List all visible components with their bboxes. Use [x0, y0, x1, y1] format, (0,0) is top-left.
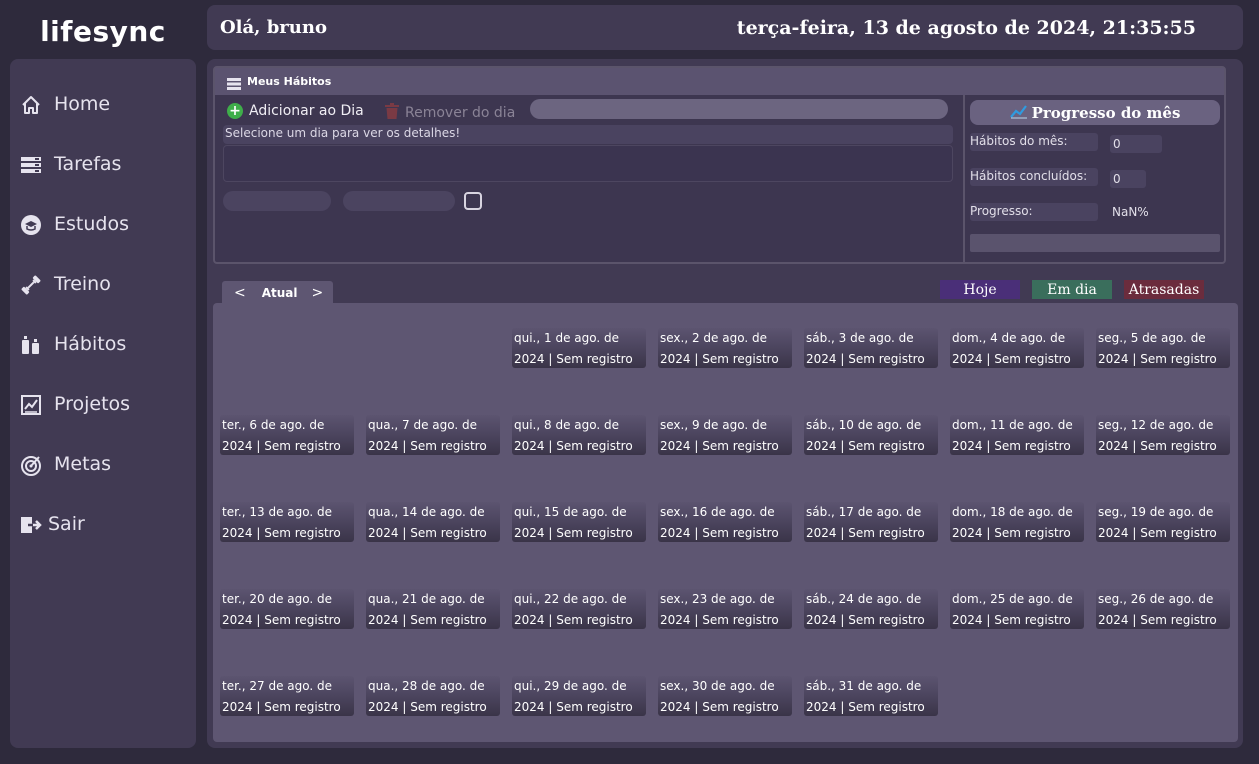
calendar-day[interactable]: sex., 9 de ago. de 2024 | Sem registro: [658, 415, 792, 455]
sidebar-item-label: Hábitos: [54, 333, 127, 355]
calendar-day[interactable]: seg., 19 de ago. de 2024 | Sem registro: [1096, 502, 1230, 542]
list-icon: [227, 75, 241, 94]
sidebar-item-metas[interactable]: Metas: [10, 444, 196, 484]
calendar-day[interactable]: seg., 5 de ago. de 2024 | Sem registro: [1096, 328, 1230, 368]
header-bar: Olá, bruno terça-feira, 13 de agosto de …: [207, 5, 1243, 50]
calendar-day[interactable]: qui., 29 de ago. de 2024 | Sem registro: [512, 676, 646, 716]
prev-month-button[interactable]: <: [234, 285, 246, 301]
habits-month-value: 0: [1110, 135, 1162, 153]
calendar-day[interactable]: sáb., 17 de ago. de 2024 | Sem registro: [804, 502, 938, 542]
tasks-icon: [20, 154, 42, 176]
day-detail-hint: Selecione um dia para ver os detalhes!: [223, 125, 953, 144]
app-logo: lifesync: [40, 15, 166, 48]
habit-name-field[interactable]: [223, 191, 331, 211]
calendar-day[interactable]: sáb., 10 de ago. de 2024 | Sem registro: [804, 415, 938, 455]
calendar-day[interactable]: ter., 13 de ago. de 2024 | Sem registro: [220, 502, 354, 542]
trend-chart-icon: [1009, 103, 1028, 123]
calendar-day[interactable]: sex., 30 de ago. de 2024 | Sem registro: [658, 676, 792, 716]
sidebar-item-habitos[interactable]: Hábitos: [10, 324, 196, 364]
remove-from-day-label: Remover do dia: [405, 105, 516, 121]
progress-label: Progresso:: [970, 203, 1098, 221]
calendar-day[interactable]: sex., 16 de ago. de 2024 | Sem registro: [658, 502, 792, 542]
calendar-grid: qui., 1 de ago. de 2024 | Sem registro se…: [213, 303, 1238, 742]
calendar-day[interactable]: dom., 4 de ago. de 2024 | Sem registro: [950, 328, 1084, 368]
calendar-day[interactable]: ter., 27 de ago. de 2024 | Sem registro: [220, 676, 354, 716]
habits-panel-title: Meus Hábitos: [247, 75, 332, 88]
sidebar-item-sair[interactable]: Sair: [10, 504, 196, 544]
habit-done-checkbox[interactable]: [464, 192, 482, 210]
add-to-day-label: Adicionar ao Dia: [249, 103, 364, 119]
calendar-day[interactable]: qua., 28 de ago. de 2024 | Sem registro: [366, 676, 500, 716]
sidebar-item-label: Metas: [54, 453, 112, 475]
calendar-day[interactable]: qui., 15 de ago. de 2024 | Sem registro: [512, 502, 646, 542]
calendar-day[interactable]: qui., 22 de ago. de 2024 | Sem registro: [512, 589, 646, 629]
progress-value: NaN%: [1112, 205, 1149, 219]
calendar-day[interactable]: seg., 12 de ago. de 2024 | Sem registro: [1096, 415, 1230, 455]
bottles-icon: [20, 334, 42, 356]
panel-divider: [963, 95, 965, 262]
sidebar-item-label: Treino: [54, 273, 111, 295]
plus-circle-icon: +: [227, 103, 243, 119]
home-icon: [20, 94, 42, 116]
calendar-day[interactable]: dom., 25 de ago. de 2024 | Sem registro: [950, 589, 1084, 629]
calendar-day[interactable]: qua., 14 de ago. de 2024 | Sem registro: [366, 502, 500, 542]
sidebar-item-home[interactable]: Home: [10, 84, 196, 124]
dumbbell-icon: [20, 274, 42, 296]
calendar-day[interactable]: sáb., 3 de ago. de 2024 | Sem registro: [804, 328, 938, 368]
calendar-day[interactable]: qui., 1 de ago. de 2024 | Sem registro: [512, 328, 646, 368]
sidebar-item-projetos[interactable]: Projetos: [10, 384, 196, 424]
calendar-day[interactable]: qua., 7 de ago. de 2024 | Sem registro: [366, 415, 500, 455]
calendar-day[interactable]: sex., 2 de ago. de 2024 | Sem registro: [658, 328, 792, 368]
sidebar-item-estudos[interactable]: Estudos: [10, 204, 196, 244]
calendar-day[interactable]: qua., 21 de ago. de 2024 | Sem registro: [366, 589, 500, 629]
habits-panel: Meus Hábitos + Adicionar ao Dia Remover …: [213, 66, 1226, 264]
month-progress-bar: [970, 234, 1220, 252]
calendar-day[interactable]: seg., 26 de ago. de 2024 | Sem registro: [1096, 589, 1230, 629]
next-month-button[interactable]: >: [312, 285, 324, 301]
habit-select-input[interactable]: [530, 99, 948, 119]
chart-icon: [20, 394, 42, 416]
add-to-day-button[interactable]: + Adicionar ao Dia: [227, 103, 364, 119]
habits-month-label: Hábitos do mês:: [970, 133, 1098, 151]
calendar-day[interactable]: ter., 6 de ago. de 2024 | Sem registro: [220, 415, 354, 455]
calendar-day[interactable]: ter., 20 de ago. de 2024 | Sem registro: [220, 589, 354, 629]
legend-today: Hoje: [940, 280, 1020, 299]
sidebar-item-tarefas[interactable]: Tarefas: [10, 144, 196, 184]
month-progress-title: Progresso do mês: [970, 100, 1220, 125]
calendar-day[interactable]: dom., 18 de ago. de 2024 | Sem registro: [950, 502, 1084, 542]
current-month-label[interactable]: Atual: [262, 286, 298, 300]
trash-icon: [385, 103, 399, 123]
habit-status-field[interactable]: [343, 191, 455, 211]
day-detail-box: [223, 145, 953, 182]
habits-panel-header: Meus Hábitos: [215, 68, 1224, 95]
sidebar-item-label: Tarefas: [54, 153, 122, 175]
main-content: Meus Hábitos + Adicionar ao Dia Remover …: [207, 59, 1243, 748]
logout-icon: [20, 514, 42, 536]
calendar-day[interactable]: dom., 11 de ago. de 2024 | Sem registro: [950, 415, 1084, 455]
graduation-cap-icon: [20, 214, 42, 236]
calendar-day[interactable]: sáb., 24 de ago. de 2024 | Sem registro: [804, 589, 938, 629]
remove-from-day-button[interactable]: Remover do dia: [385, 103, 515, 123]
month-navigator: < Atual >: [222, 281, 333, 304]
sidebar-item-label: Estudos: [54, 213, 129, 235]
habits-done-value: 0: [1110, 170, 1146, 188]
sidebar-item-label: Sair: [48, 513, 85, 535]
calendar-day[interactable]: qui., 8 de ago. de 2024 | Sem registro: [512, 415, 646, 455]
calendar-day[interactable]: sex., 23 de ago. de 2024 | Sem registro: [658, 589, 792, 629]
sidebar-item-label: Projetos: [54, 393, 131, 415]
sidebar-item-treino[interactable]: Treino: [10, 264, 196, 304]
legend-late: Atrasadas: [1124, 280, 1204, 299]
calendar-day[interactable]: sáb., 31 de ago. de 2024 | Sem registro: [804, 676, 938, 716]
month-progress-title-text: Progresso do mês: [1031, 103, 1181, 122]
target-icon: [20, 454, 42, 476]
current-datetime: terça-feira, 13 de agosto de 2024, 21:35…: [736, 17, 1196, 39]
sidebar-item-label: Home: [54, 93, 111, 115]
habits-done-label: Hábitos concluídos:: [970, 168, 1098, 186]
legend-on-time: Em dia: [1032, 280, 1112, 299]
sidebar: Home Tarefas Estudos Treino Hábitos Proj…: [10, 59, 196, 748]
greeting: Olá, bruno: [220, 17, 327, 38]
